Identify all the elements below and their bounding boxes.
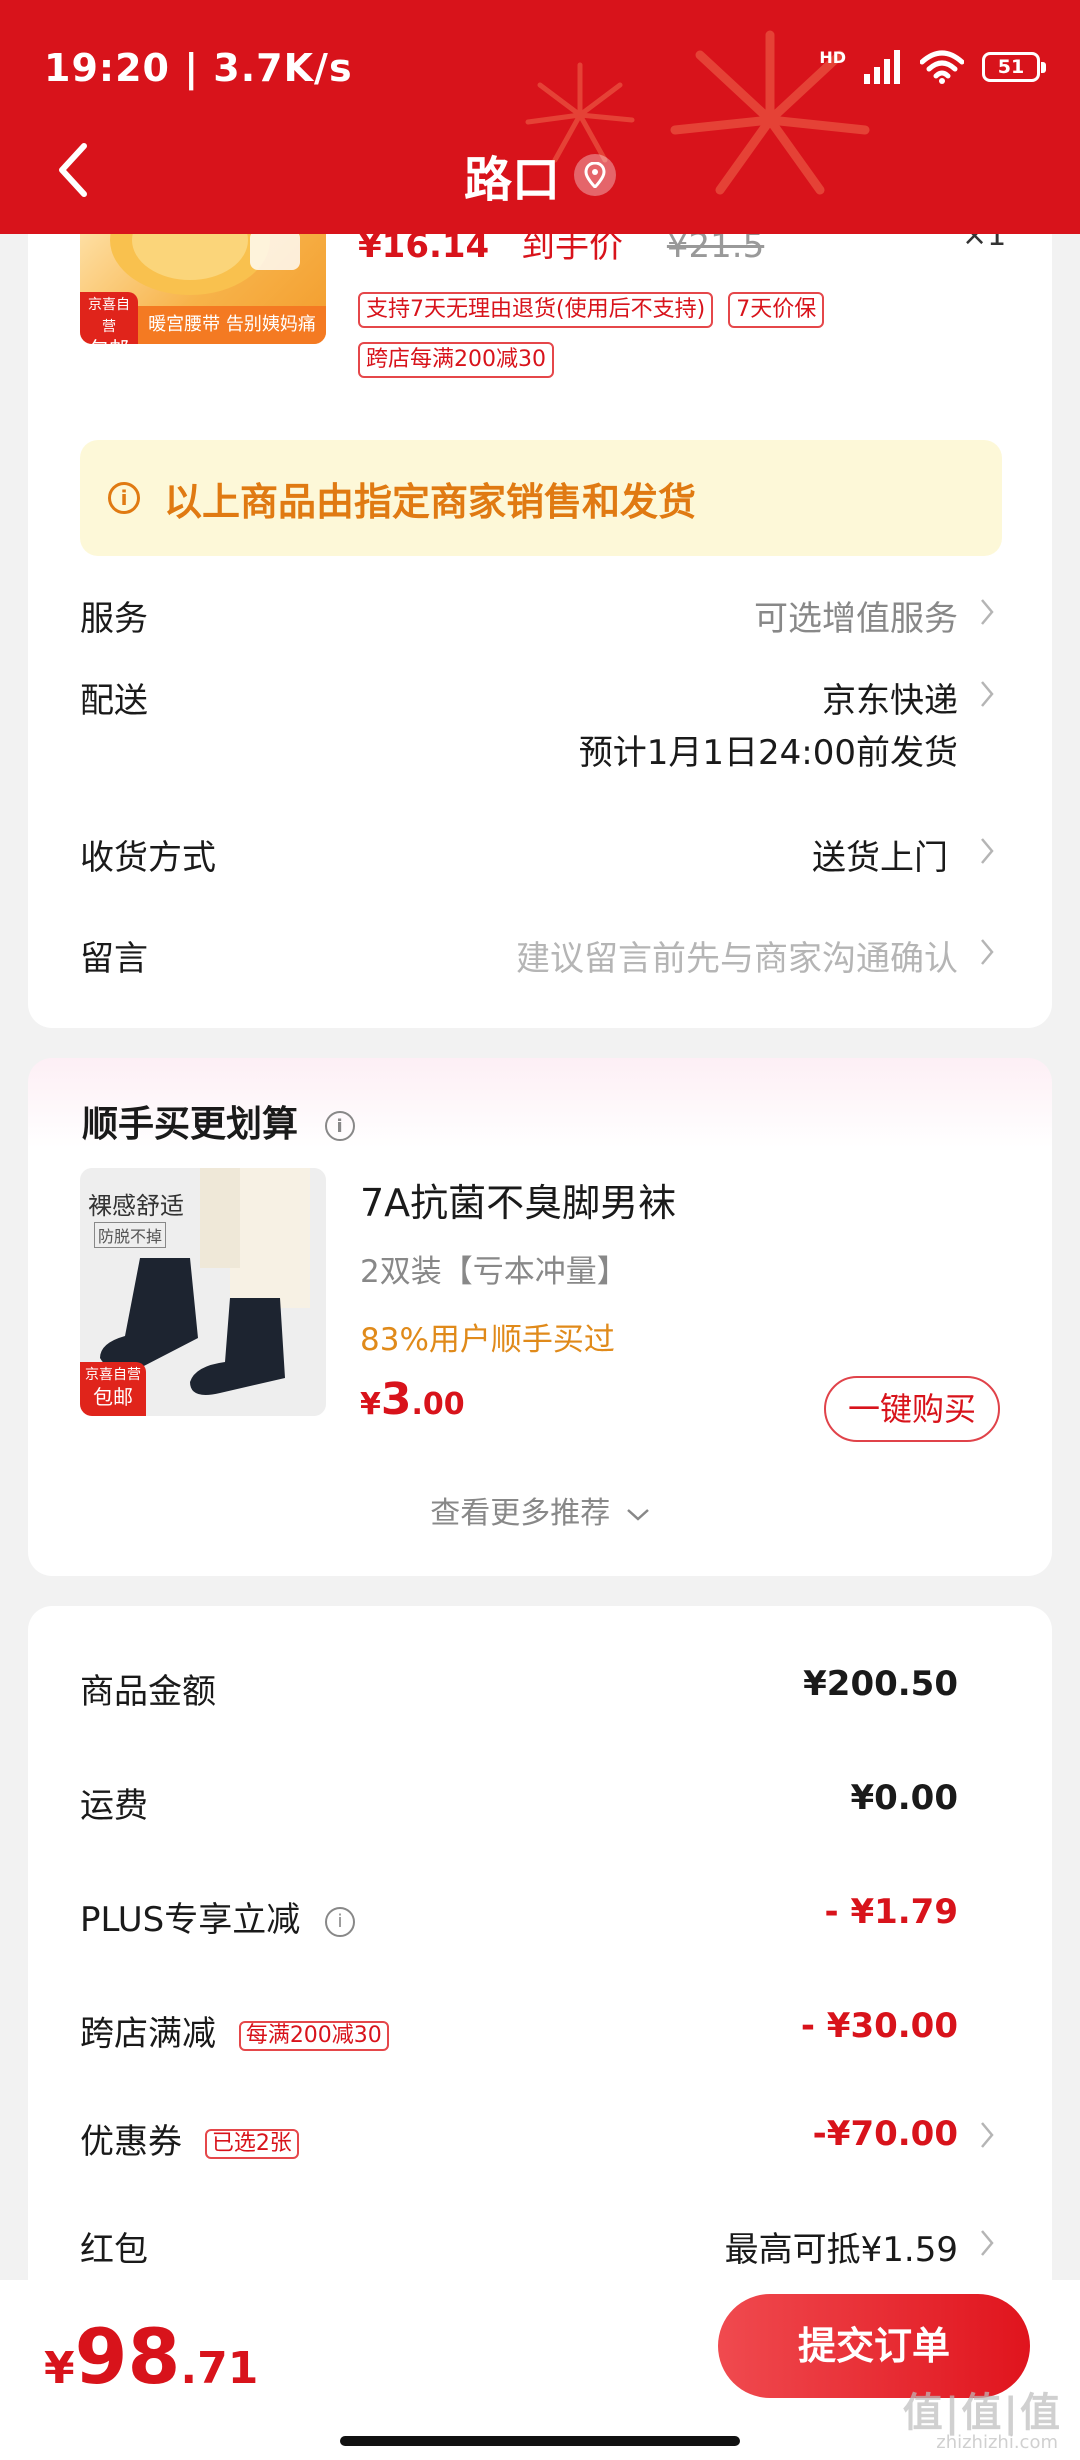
red-packet-label: 红包 xyxy=(80,2230,148,2270)
chevron-right-icon[interactable] xyxy=(980,938,994,966)
red-packet-value[interactable]: 最高可抵¥1.59 xyxy=(725,2222,958,2271)
total-symbol: ¥ xyxy=(44,2343,75,2394)
total-int: 98 xyxy=(74,2312,181,2401)
more-recommend-label: 查看更多推荐 xyxy=(430,1496,611,1531)
thumb-text-1: 裸感舒适 xyxy=(88,1192,184,1220)
signal-icon xyxy=(864,50,900,84)
coupon-count-tag: 已选2张 xyxy=(204,2128,299,2159)
recommend-title-row: 顺手买更划算 i xyxy=(82,1095,355,1147)
location-pin-icon[interactable] xyxy=(574,154,616,196)
chevron-right-icon[interactable] xyxy=(980,2229,994,2257)
recommend-item-name[interactable]: 7A抗菌不臭脚男袜 xyxy=(360,1172,676,1227)
delivery-label: 配送 xyxy=(80,681,148,721)
total-dec: .71 xyxy=(180,2343,259,2394)
info-icon[interactable]: i xyxy=(324,1111,355,1141)
coupon-label: 优惠券 xyxy=(80,2122,182,2162)
message-input[interactable]: 建议留言前先与商家沟通确认 xyxy=(516,931,958,980)
wifi-icon xyxy=(920,50,964,84)
total-price: ¥98.71 xyxy=(44,2312,258,2401)
coupon-row[interactable]: 优惠券 已选2张 xyxy=(80,2114,299,2163)
jd-badge-line2: 包邮 xyxy=(93,1385,133,1409)
plus-discount-label: PLUS专享立减 xyxy=(80,1900,301,1940)
delivery-eta: 预计1月1日24:00前发货 xyxy=(578,733,958,773)
status-time: 19:20 | 3.7K/s xyxy=(44,46,353,90)
recommend-title: 顺手买更划算 xyxy=(82,1104,299,1145)
hd-label: HD xyxy=(819,47,846,67)
cross-store-tag: 每满200减30 xyxy=(238,2020,389,2051)
chevron-down-icon xyxy=(626,1509,649,1521)
page-title[interactable]: 路口 xyxy=(464,140,560,210)
service-label: 服务 xyxy=(80,599,148,639)
coupon-value[interactable]: -¥70.00 xyxy=(813,2114,958,2154)
recommend-item-thumbnail[interactable]: 裸感舒适 防脱不掉 京喜自营 包邮 xyxy=(80,1168,326,1416)
chevron-right-icon[interactable] xyxy=(980,598,994,626)
one-click-buy-button[interactable]: 一键购买 xyxy=(824,1376,1000,1442)
delivery-value[interactable]: 京东快递 xyxy=(822,673,958,722)
jd-self-badge: 京喜自营 包邮 xyxy=(80,1362,146,1416)
home-indicator[interactable] xyxy=(340,2436,740,2446)
cross-store-tag: 跨店每满200减30 xyxy=(358,342,554,378)
product-thumb-caption: 暖宫腰带 告别姨妈痛 xyxy=(138,306,326,344)
jd-badge-line2: 包邮 xyxy=(85,338,133,344)
watermark-logo: 值|值|值 xyxy=(902,2390,1062,2436)
receive-method-value[interactable]: 送货上门 xyxy=(812,830,948,879)
seller-notice-text: 以上商品由指定商家销售和发货 xyxy=(164,479,697,524)
return-policy-tag: 支持7天无理由退货(使用后不支持) xyxy=(358,292,714,328)
plus-discount-row: PLUS专享立减 i xyxy=(80,1892,356,1941)
thumb-text-2: 防脱不掉 xyxy=(94,1222,167,1248)
goods-amount-label: 商品金额 xyxy=(80,1672,216,1712)
receive-method-label: 收货方式 xyxy=(80,838,216,878)
chevron-right-icon[interactable] xyxy=(980,680,994,708)
info-icon[interactable]: i xyxy=(325,1906,356,1937)
plus-discount-value: - ¥1.79 xyxy=(824,1892,959,1932)
status-icons: HD 51 xyxy=(819,47,1046,84)
freight-value: ¥0.00 xyxy=(850,1778,958,1818)
goods-amount-value: ¥200.50 xyxy=(803,1664,958,1704)
jd-badge-line1: 京喜自营 xyxy=(85,1367,141,1383)
price-protect-tag: 7天价保 xyxy=(728,292,825,328)
cross-store-label: 跨店满减 xyxy=(80,2014,216,2054)
cross-store-value: - ¥30.00 xyxy=(800,2006,958,2046)
cross-store-row: 跨店满减 每满200减30 xyxy=(80,2006,389,2055)
info-icon: i xyxy=(108,482,140,514)
jd-self-badge: 京喜自营 包邮 xyxy=(80,292,138,344)
seller-notice: i 以上商品由指定商家销售和发货 xyxy=(80,440,1002,556)
battery-icon: 51 xyxy=(982,52,1046,82)
recommend-item-subtitle: 2双装【亏本冲量】 xyxy=(360,1254,628,1290)
price-symbol: ¥ xyxy=(360,1387,381,1422)
price-dec: .00 xyxy=(411,1387,465,1422)
jd-badge-line1: 京喜自营 xyxy=(88,297,130,335)
chevron-right-icon[interactable] xyxy=(980,2121,994,2149)
top-header: 19:20 | 3.7K/s HD 51 路口 xyxy=(0,0,1080,234)
watermark-url: zhizhizhi.com xyxy=(936,2432,1058,2453)
price-int: 3 xyxy=(380,1374,412,1425)
message-label: 留言 xyxy=(80,939,148,979)
product-tags-row1: 支持7天无理由退货(使用后不支持) 7天价保 xyxy=(358,292,825,328)
service-value[interactable]: 可选增值服务 xyxy=(754,591,958,640)
recommend-item-price: ¥3.00 xyxy=(360,1374,465,1425)
page-title-wrap: 路口 xyxy=(0,140,1080,210)
product-tags-row2: 跨店每满200减30 xyxy=(358,342,554,378)
chevron-right-icon[interactable] xyxy=(980,837,994,865)
recommend-item-social-proof: 83%用户顺手买过 xyxy=(360,1322,615,1358)
freight-label: 运费 xyxy=(80,1786,148,1826)
more-recommend-link[interactable]: 查看更多推荐 xyxy=(0,1488,1080,1532)
